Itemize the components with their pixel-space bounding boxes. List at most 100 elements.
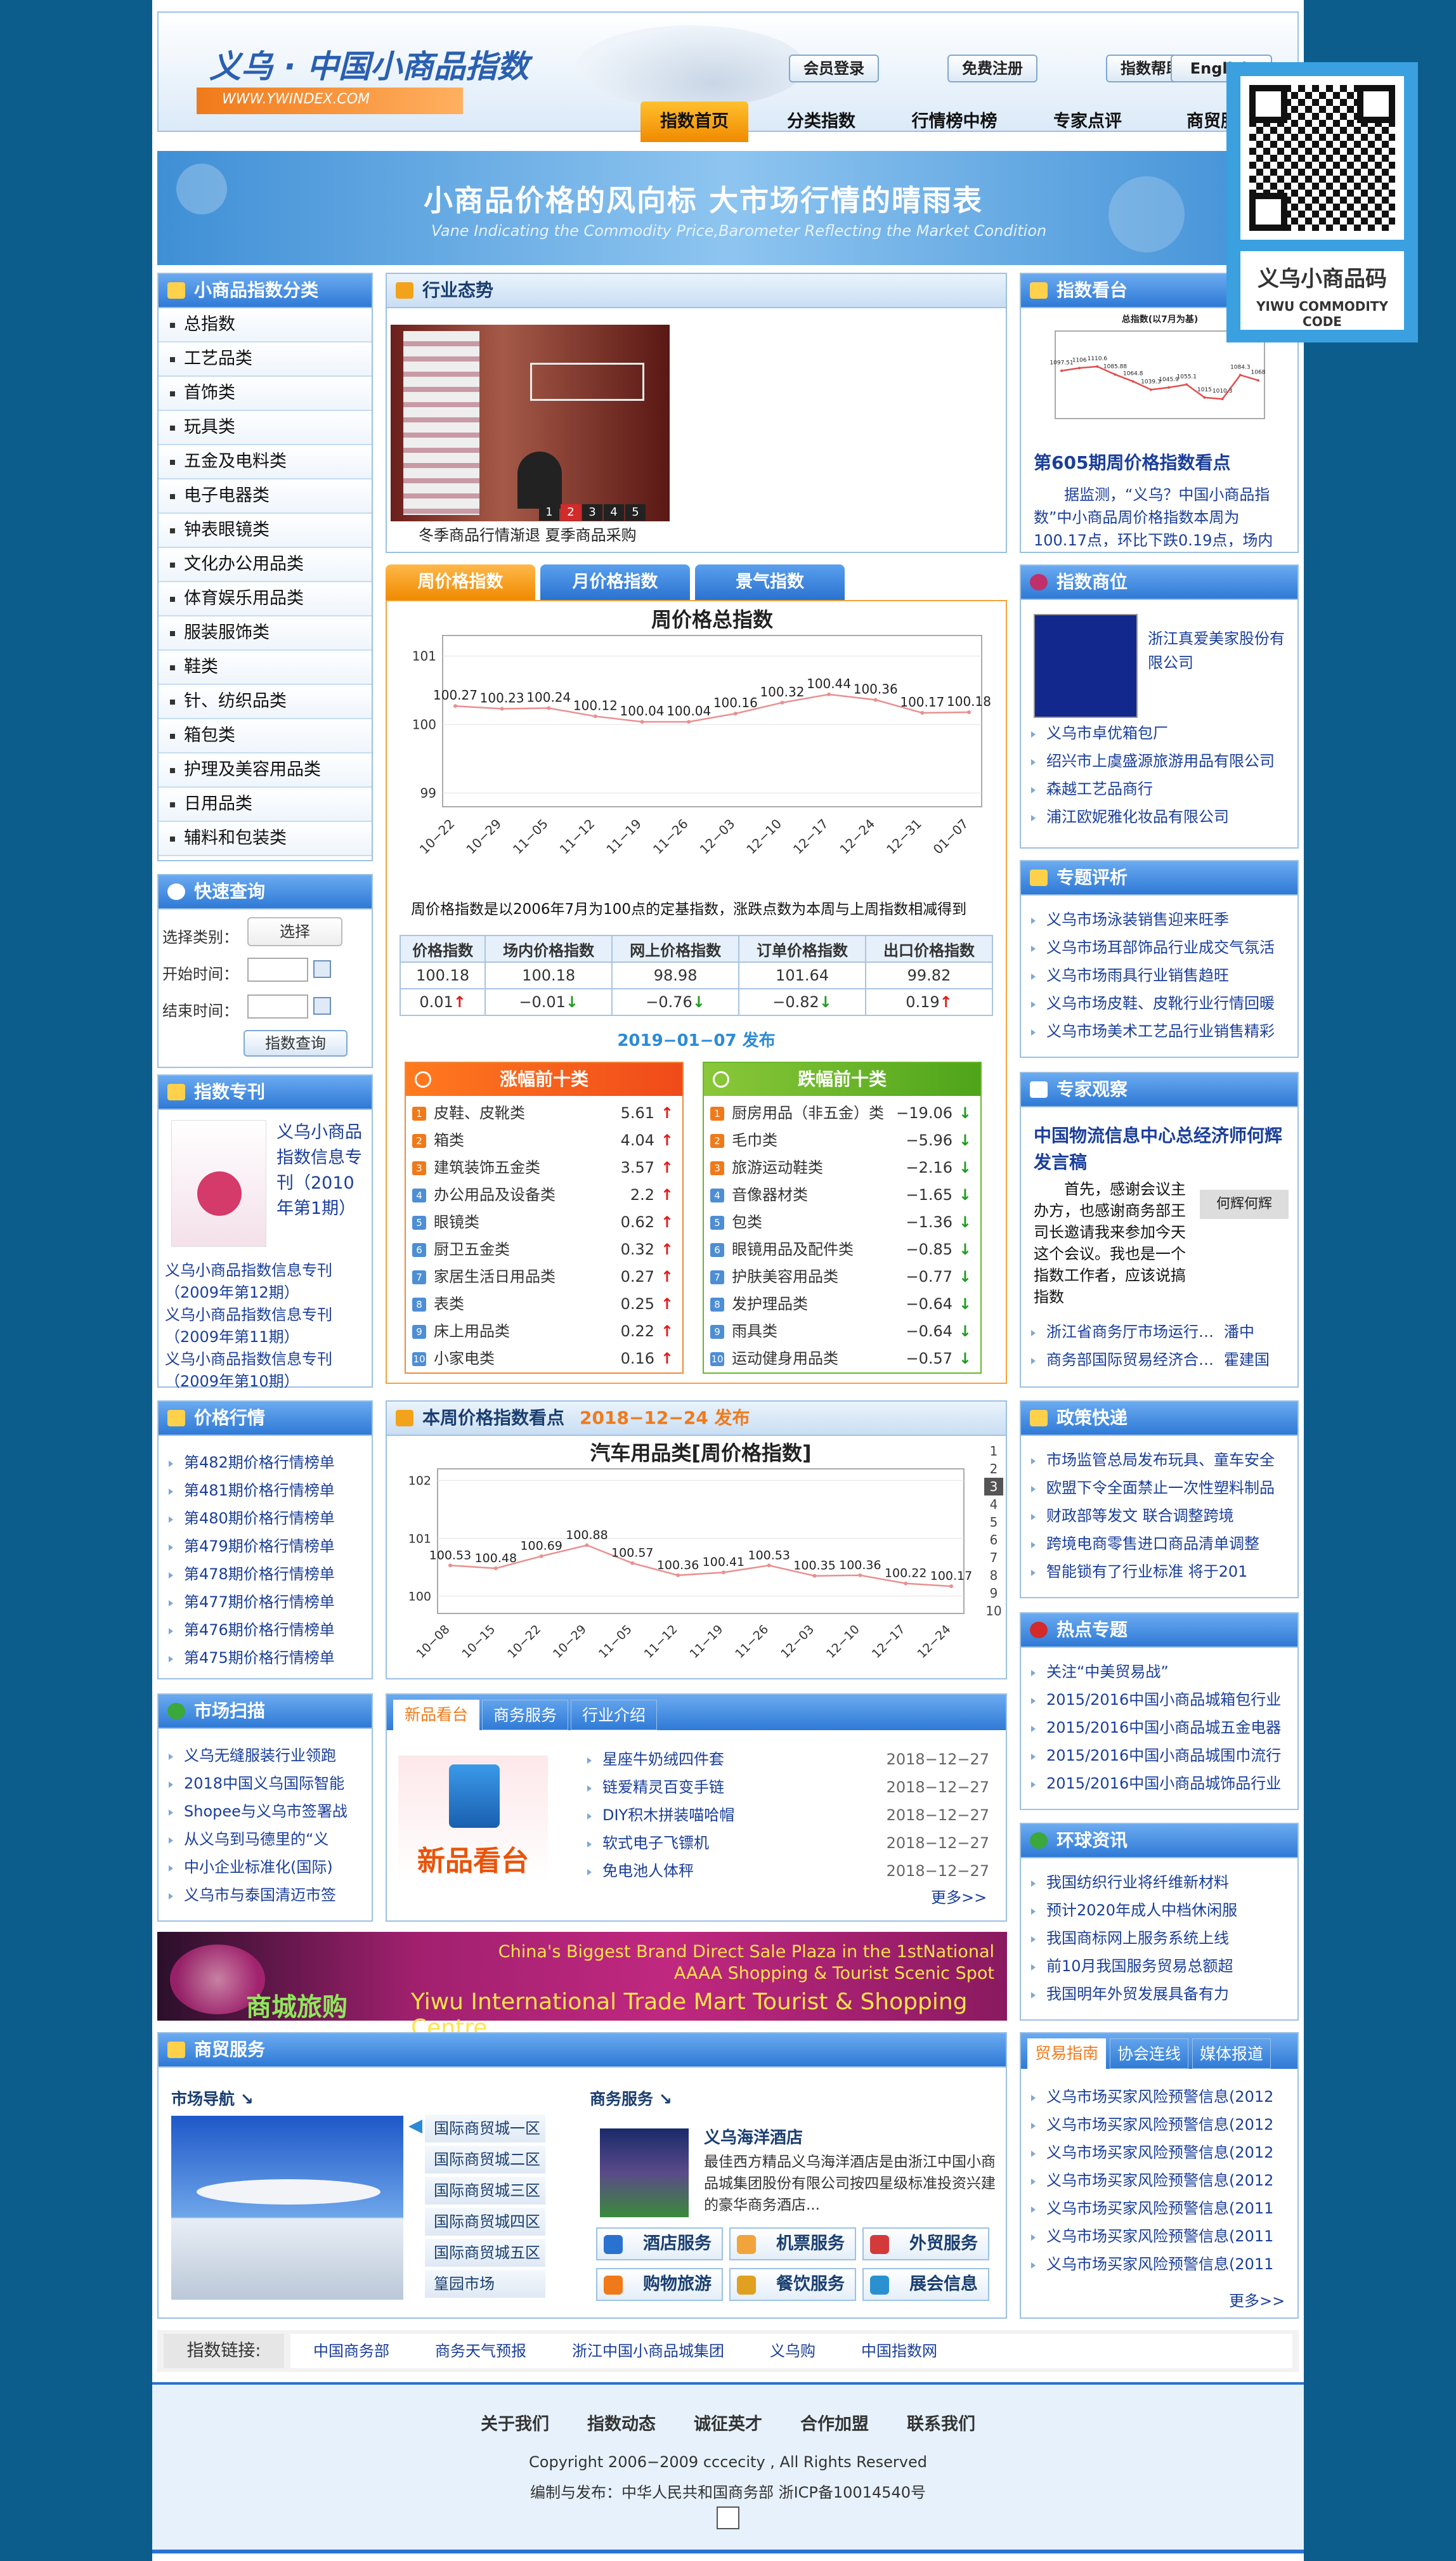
global-news-link[interactable]: 我国明年外贸发展具备有力 <box>1021 1980 1297 2008</box>
category-select[interactable]: 选择 <box>247 917 342 946</box>
topic-link[interactable]: 义乌市场美术工艺品行业销售精彩 <box>1021 1017 1297 1045</box>
market-photo[interactable] <box>171 2116 403 2300</box>
new-product-item[interactable]: 软式电子飞镖机 2018−12−27 <box>577 1829 996 1857</box>
rank-category[interactable]: 小家电类 <box>434 1345 495 1372</box>
index-link[interactable]: 商务天气预报 <box>435 2334 526 2368</box>
trade-guide-link[interactable]: 义乌市场买家风险预警信息(2011 <box>1021 2250 1297 2278</box>
calendar-icon[interactable] <box>313 960 331 978</box>
policy-link[interactable]: 欧盟下令全面禁止一次性塑料制品 <box>1021 1474 1297 1502</box>
rank-row[interactable]: 4 音像器材类 −1.65 ↓ <box>704 1182 980 1209</box>
price-market-link[interactable]: 第481期价格行情榜单 <box>159 1476 372 1504</box>
expert-photo[interactable]: 何辉何辉 <box>1200 1190 1289 1219</box>
journal-cover-image[interactable] <box>171 1120 266 1247</box>
news-more-link[interactable]: 更多>> <box>931 1885 987 1907</box>
expert-link-author[interactable]: 潘中 <box>1224 1318 1254 1346</box>
new-product-title[interactable]: 链爱精灵百变手链 <box>602 1778 724 1796</box>
rank-row[interactable]: 5 包类 −1.36 ↓ <box>704 1209 980 1236</box>
category-item[interactable]: 体育娱乐用品类 <box>159 582 372 616</box>
new-product-title[interactable]: 星座牛奶绒四件套 <box>602 1750 724 1768</box>
sponsor-link[interactable]: 绍兴市上虞盛源旅游用品有限公司 <box>1021 747 1297 775</box>
global-news-link[interactable]: 前10月我国服务贸易总额超 <box>1021 1952 1297 1980</box>
market-district-link[interactable]: 国际商贸城一区 <box>425 2115 545 2142</box>
rank-category[interactable]: 厨卫五金类 <box>434 1236 510 1263</box>
sponsor-link[interactable]: 义乌市卓优箱包厂 <box>1021 719 1297 747</box>
topic-link[interactable]: 义乌市场泳装销售迎来旺季 <box>1021 906 1297 934</box>
nav-category-index[interactable]: 分类指数 <box>767 101 875 142</box>
chart-page-button[interactable]: 5 <box>984 1513 1003 1531</box>
category-item[interactable]: 针、纺织品类 <box>159 685 372 719</box>
journal-link[interactable]: 义乌小商品指数信息专刊（2009年第12期） <box>165 1260 368 1304</box>
trade-guide-link[interactable]: 义乌市场买家风险预警信息(2012 <box>1021 2111 1297 2139</box>
tab-trade-guide[interactable]: 贸易指南 <box>1027 2038 1106 2069</box>
new-product-item[interactable]: 免电池人体秤 2018−12−27 <box>577 1857 996 1885</box>
tab-association[interactable]: 协会连线 <box>1110 2038 1188 2069</box>
rank-row[interactable]: 7 家居生活日用品类 0.27 ↑ <box>406 1263 682 1291</box>
tab-media-reports[interactable]: 媒体报道 <box>1192 2038 1271 2069</box>
rank-category[interactable]: 音像器材类 <box>732 1182 808 1209</box>
nav-expert[interactable]: 专家点评 <box>1034 101 1141 142</box>
rank-row[interactable]: 4 办公用品及设备类 2.2 ↑ <box>406 1182 682 1209</box>
new-product-title[interactable]: 软式电子飞镖机 <box>602 1834 709 1852</box>
rank-row[interactable]: 9 雨具类 −0.64 ↓ <box>704 1318 980 1345</box>
price-market-link[interactable]: 第478期价格行情榜单 <box>159 1560 372 1588</box>
rank-row[interactable]: 10 小家电类 0.16 ↑ <box>406 1345 682 1372</box>
nav-home[interactable]: 指数首页 <box>640 101 748 142</box>
rank-category[interactable]: 雨具类 <box>732 1318 777 1345</box>
tab-business-services[interactable]: 商务服务 <box>482 1700 568 1730</box>
rank-row[interactable]: 7 护肤美容用品类 −0.77 ↓ <box>704 1263 980 1291</box>
rank-row[interactable]: 1 皮鞋、皮靴类 5.61 ↑ <box>406 1100 682 1127</box>
service-button[interactable]: 购物旅游 <box>596 2268 723 2301</box>
expert-link-author[interactable]: 霍建国 <box>1224 1346 1270 1374</box>
sponsor-link[interactable]: 浦江欧妮雅化妆品有限公司 <box>1021 803 1297 831</box>
rank-row[interactable]: 5 眼镜类 0.62 ↑ <box>406 1209 682 1236</box>
new-products-image[interactable]: 新品看台 <box>398 1756 548 1882</box>
market-scan-link[interactable]: 义乌无缝服装行业领跑 <box>159 1742 372 1769</box>
topic-link[interactable]: 义乌市场皮鞋、皮靴行业行情回暖 <box>1021 989 1297 1017</box>
category-item[interactable]: 钟表眼镜类 <box>159 514 372 548</box>
rank-category[interactable]: 办公用品及设备类 <box>434 1182 556 1209</box>
rank-category[interactable]: 眼镜用品及配件类 <box>732 1236 854 1263</box>
policy-link[interactable]: 智能锁有了行业标准 将于201 <box>1021 1558 1297 1586</box>
end-date-input[interactable] <box>247 994 308 1019</box>
footer-menu-link[interactable]: 关于我们 <box>481 2410 549 2435</box>
chart-page-button[interactable]: 8 <box>984 1567 1003 1584</box>
topic-link[interactable]: 义乌市场雨具行业销售趋旺 <box>1021 961 1297 989</box>
footer-menu-link[interactable]: 联系我们 <box>907 2410 975 2435</box>
start-date-input[interactable] <box>247 958 308 982</box>
hot-topic-link[interactable]: 2015/2016中国小商品城围巾流行 <box>1021 1742 1297 1769</box>
market-district-link[interactable]: 国际商贸城三区 <box>425 2177 545 2205</box>
slide-page-button[interactable]: 4 <box>604 504 624 521</box>
market-scan-link[interactable]: Shopee与义乌市签署战 <box>159 1797 372 1825</box>
chart-page-button[interactable]: 3 <box>984 1478 1003 1496</box>
category-item[interactable]: 护理及美容用品类 <box>159 753 372 788</box>
global-news-link[interactable]: 我国纺织行业将纤维新材料 <box>1021 1868 1297 1896</box>
trade-guide-link[interactable]: 义乌市场买家风险预警信息(2012 <box>1021 2167 1297 2194</box>
category-item[interactable]: 辅料和包装类 <box>159 822 372 856</box>
category-item[interactable]: 箱包类 <box>159 719 372 753</box>
category-item[interactable]: 玩具类 <box>159 411 372 445</box>
price-market-link[interactable]: 第475期价格行情榜单 <box>159 1644 372 1672</box>
footer-menu-link[interactable]: 合作加盟 <box>800 2410 869 2435</box>
service-button[interactable]: 外贸服务 <box>862 2227 989 2260</box>
market-district-link[interactable]: 国际商贸城四区 <box>425 2208 545 2236</box>
rank-category[interactable]: 旅游运动鞋类 <box>732 1154 823 1182</box>
tab-prosperity-index[interactable]: 景气指数 <box>695 564 845 600</box>
tab-industry-intro[interactable]: 行业介绍 <box>571 1700 657 1730</box>
index-link[interactable]: 中国指数网 <box>861 2334 937 2368</box>
slide-page-button[interactable]: 2 <box>561 504 581 521</box>
new-product-item[interactable]: DIY积木拼装喵哈帽 2018−12−27 <box>577 1801 996 1829</box>
chart-page-button[interactable]: 9 <box>984 1584 1003 1602</box>
hot-topic-link[interactable]: 2015/2016中国小商品城饰品行业 <box>1021 1769 1297 1797</box>
rank-category[interactable]: 建筑装饰五金类 <box>434 1154 540 1182</box>
new-product-title[interactable]: 免电池人体秤 <box>602 1862 694 1880</box>
policy-link[interactable]: 市场监管总局发布玩具、童车安全 <box>1021 1446 1297 1474</box>
calendar-icon[interactable] <box>313 997 331 1015</box>
rank-row[interactable]: 1 厨房用品（非五金）类 −19.06 ↓ <box>704 1100 980 1127</box>
sponsor-link[interactable]: 森越工艺品商行 <box>1021 775 1297 803</box>
chart-page-button[interactable]: 2 <box>984 1460 1003 1478</box>
category-item[interactable]: 首饰类 <box>159 377 372 411</box>
market-district-link[interactable]: 篁园市场 <box>425 2270 545 2298</box>
rank-category[interactable]: 家居生活日用品类 <box>434 1263 556 1291</box>
category-item[interactable]: 日用品类 <box>159 788 372 822</box>
price-market-link[interactable]: 第477期价格行情榜单 <box>159 1588 372 1616</box>
